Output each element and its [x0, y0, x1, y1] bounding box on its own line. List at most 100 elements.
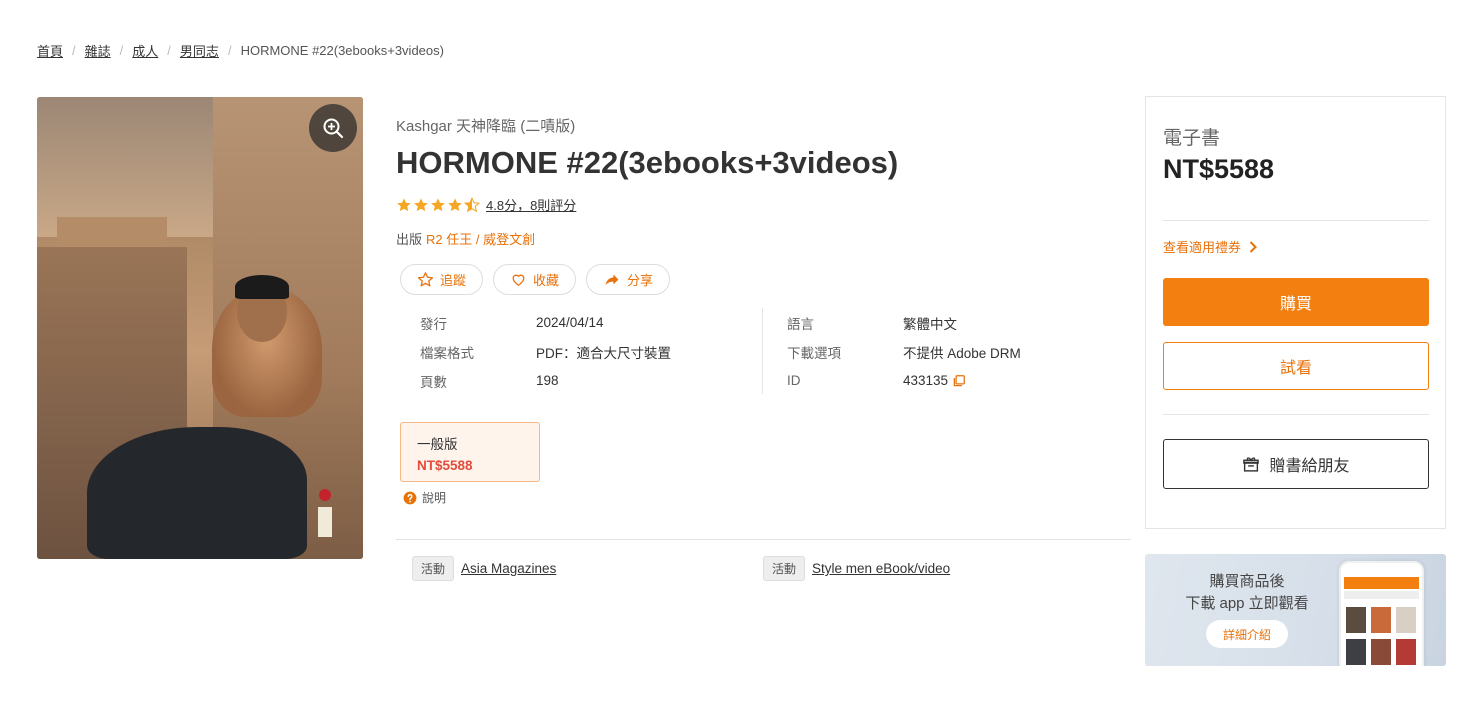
- breadcrumb-separator: /: [72, 43, 76, 58]
- breadcrumb-magazine[interactable]: 雜誌: [85, 41, 111, 60]
- star-outline-icon: [417, 272, 434, 287]
- gift-icon: [1243, 456, 1260, 472]
- favorite-button[interactable]: 收藏: [493, 264, 577, 295]
- divider: [396, 539, 1131, 540]
- spec-value: 不提供 Adobe DRM: [903, 345, 1021, 361]
- action-buttons: 追蹤 收藏 分享: [400, 264, 671, 295]
- spec-row-release: 發行 2024/04/14: [400, 308, 750, 337]
- chevron-right-icon: [1249, 240, 1257, 253]
- spec-value: 2024/04/14: [536, 315, 604, 330]
- banner-line-1: 購買商品後: [1209, 573, 1285, 590]
- phone-mockup-image: [1339, 561, 1424, 666]
- spec-key: 頁數: [420, 374, 447, 390]
- app-detail-button[interactable]: 詳細介紹: [1206, 620, 1288, 648]
- spec-key: ID: [787, 373, 801, 388]
- event-tag: 活動: [763, 556, 806, 581]
- cover-model-legs: [87, 427, 307, 559]
- zoom-button[interactable]: [309, 104, 357, 152]
- breadcrumb-adult[interactable]: 成人: [132, 41, 158, 60]
- zoom-in-icon: [323, 118, 344, 139]
- preview-button[interactable]: 試看: [1163, 342, 1429, 390]
- phone-tabs: [1344, 591, 1419, 599]
- copy-icon[interactable]: [952, 374, 966, 388]
- star-full-icon: [397, 197, 411, 211]
- cover-age-badge: [319, 489, 331, 501]
- spec-row-language: 語言 繁體中文: [787, 308, 1112, 337]
- page-title: HORMONE #22(3ebooks+3videos): [396, 145, 899, 180]
- section-heading-cutoff: ▬: [65, 712, 100, 719]
- phone-header: [1344, 577, 1419, 589]
- phone-thumbnail: [1346, 607, 1366, 633]
- spec-key: 發行: [420, 316, 447, 332]
- edition-name: 一般版: [417, 437, 458, 452]
- coupon-link[interactable]: 查看適用禮券: [1163, 237, 1257, 256]
- banner-line-2: 下載 app 立即觀看: [1185, 595, 1309, 612]
- cover-model-hair: [235, 275, 289, 299]
- spec-key: 檔案格式: [420, 345, 474, 361]
- publisher-line: 出版 R2 任王 / 威登文創: [396, 229, 535, 248]
- author-line[interactable]: Kashgar 天神降臨 (二嘖版): [396, 115, 575, 136]
- publisher-link[interactable]: R2 任王 / 威登文創: [426, 232, 535, 247]
- breadcrumb: 首頁 / 雜誌 / 成人 / 男同志 / HORMONE #22(3ebooks…: [37, 41, 444, 60]
- spec-key: 下載選項: [787, 345, 841, 361]
- spec-row-id: ID 433135: [787, 366, 1112, 395]
- buy-button[interactable]: 購買: [1163, 278, 1429, 326]
- product-price: NT$5588: [1163, 154, 1275, 184]
- share-button[interactable]: 分享: [586, 264, 671, 295]
- rating-stars: [396, 196, 480, 213]
- spec-column-right: 語言 繁體中文 下載選項 不提供 Adobe DRM ID 433135: [762, 308, 1112, 394]
- rating-link[interactable]: 4.8分，8則評分: [486, 195, 576, 214]
- event-tag: 活動: [412, 556, 455, 581]
- divider: [1163, 220, 1429, 221]
- phone-thumbnail: [1396, 639, 1416, 665]
- favorite-label: 收藏: [533, 273, 560, 288]
- breadcrumb-home[interactable]: 首頁: [37, 41, 63, 60]
- spec-row-pages: 頁數 198: [400, 366, 750, 395]
- coupon-label: 查看適用禮券: [1163, 240, 1242, 255]
- share-label: 分享: [627, 273, 654, 288]
- id-value: 433135: [903, 373, 949, 388]
- gift-label: 贈書給朋友: [1269, 458, 1350, 475]
- phone-thumbnail: [1371, 607, 1391, 633]
- phone-thumbnail: [1371, 639, 1391, 665]
- spec-value: PDF：適合大尺寸裝置: [536, 345, 671, 361]
- help-icon: [403, 491, 417, 504]
- star-full-icon: [414, 197, 428, 211]
- share-arrow-icon: [605, 274, 619, 286]
- purchase-panel: 電子書 NT$5588 查看適用禮券 購買 試看 贈書給朋友: [1145, 96, 1446, 529]
- edition-option-selected[interactable]: 一般版 NT$5588: [400, 422, 540, 482]
- event-item: 活動 Asia Magazines: [412, 556, 556, 581]
- gift-button[interactable]: 贈書給朋友: [1163, 439, 1429, 489]
- spec-value: 繁體中文: [903, 316, 957, 332]
- breadcrumb-gay[interactable]: 男同志: [180, 41, 219, 60]
- breadcrumb-separator: /: [227, 43, 232, 58]
- explain-label: 說明: [422, 491, 447, 505]
- phone-thumbnail: [1346, 639, 1366, 665]
- divider: [1163, 414, 1429, 415]
- phone-thumbnail: [1396, 607, 1416, 633]
- spec-key: 語言: [787, 316, 814, 332]
- spec-row-format: 檔案格式 PDF：適合大尺寸裝置: [400, 337, 750, 366]
- follow-button[interactable]: 追蹤: [400, 264, 484, 295]
- star-full-icon: [431, 197, 445, 211]
- star-full-icon: [448, 197, 462, 211]
- spec-column-left: 發行 2024/04/14 檔案格式 PDF：適合大尺寸裝置 頁數 198: [400, 308, 750, 395]
- follow-label: 追蹤: [440, 273, 467, 288]
- rating: 4.8分，8則評分: [396, 195, 576, 214]
- star-half-icon: [464, 196, 480, 212]
- book-cover-image[interactable]: [37, 97, 363, 559]
- spec-row-download: 下載選項 不提供 Adobe DRM: [787, 337, 1112, 366]
- breadcrumb-current: HORMONE #22(3ebooks+3videos): [240, 43, 444, 58]
- publisher-label: 出版: [396, 232, 423, 247]
- product-type: 電子書: [1163, 128, 1221, 149]
- explain-link[interactable]: 說明: [403, 489, 446, 506]
- heart-outline-icon: [512, 274, 525, 286]
- event-link[interactable]: Asia Magazines: [461, 561, 556, 576]
- spec-value: 198: [536, 373, 559, 388]
- spec-value-id: 433135: [903, 373, 966, 388]
- edition-price: NT$5588: [417, 458, 473, 473]
- event-link[interactable]: Style men eBook/video: [812, 561, 950, 576]
- event-item: 活動 Style men eBook/video: [763, 556, 950, 581]
- app-promo-banner[interactable]: 購買商品後 下載 app 立即觀看 詳細介紹: [1145, 554, 1446, 666]
- breadcrumb-separator: /: [167, 43, 171, 58]
